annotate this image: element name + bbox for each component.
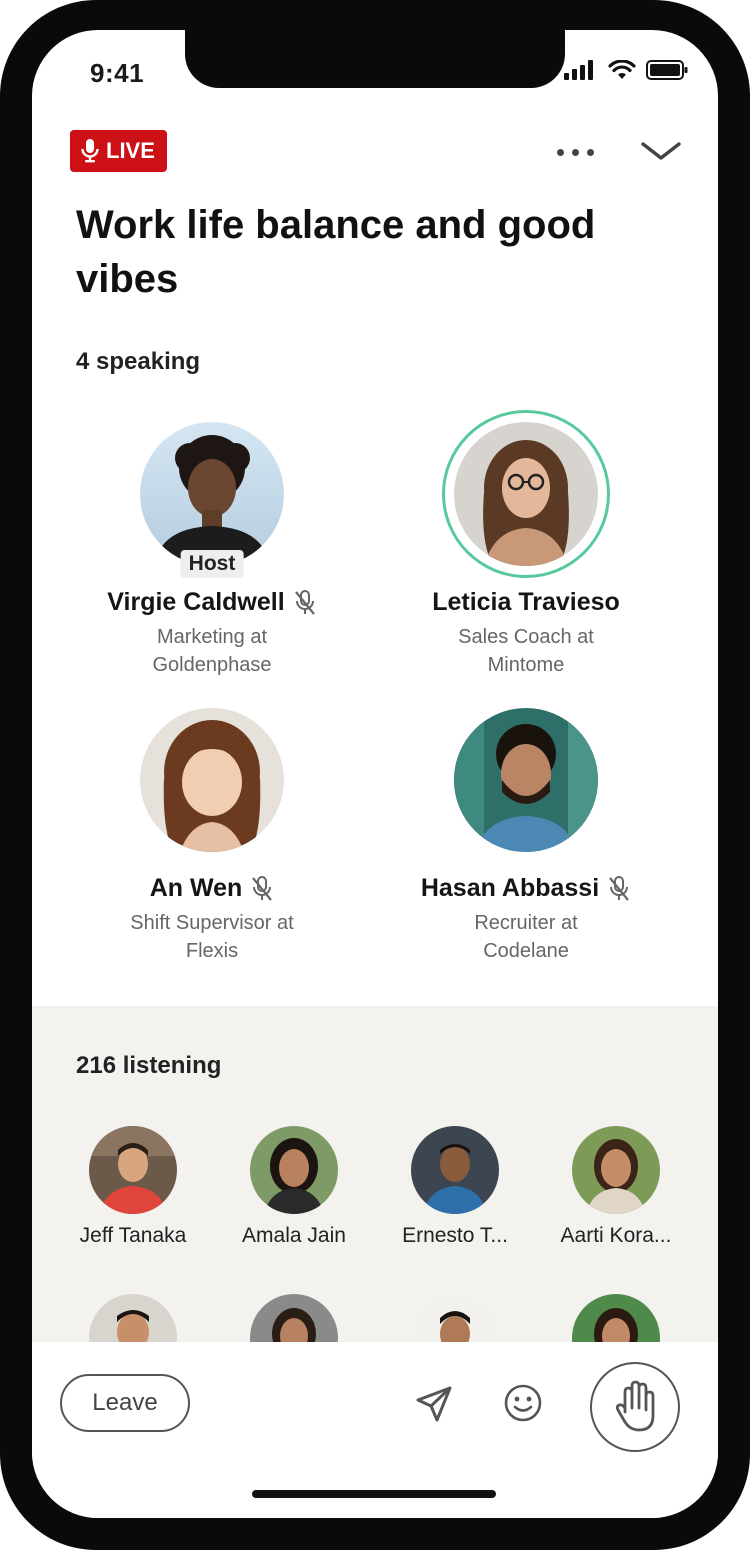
reactions-button[interactable]	[502, 1382, 544, 1427]
leave-button[interactable]: Leave	[60, 1374, 190, 1432]
speaker-avatar-wrap	[442, 696, 610, 864]
speaker-name: Leticia Travieso	[432, 588, 620, 616]
share-button[interactable]	[414, 1384, 454, 1427]
avatar	[89, 1294, 177, 1342]
speaker-name: Hasan Abbassi	[420, 874, 600, 902]
wifi-icon	[608, 60, 636, 79]
speaker-card[interactable]: Host Virgie Caldwell Marketing at Golden…	[52, 410, 372, 679]
speaker-card[interactable]: An Wen Shift Supervisor at Flexis	[52, 696, 372, 965]
more-dot-icon	[571, 148, 579, 156]
listener-name: Amala Jain	[242, 1224, 346, 1247]
mic-muted-icon	[609, 875, 630, 901]
speaker-title: Shift Supervisor at Flexis	[52, 909, 372, 965]
battery-icon	[646, 60, 688, 80]
speaking-count: 4 speaking	[76, 348, 201, 375]
speaker-title: Marketing at Goldenphase	[52, 623, 372, 679]
avatar	[572, 1126, 660, 1214]
speaker-title-line: Shift Supervisor at	[130, 912, 294, 934]
speaker-title-line: Sales Coach at	[458, 626, 594, 648]
home-indicator	[252, 1490, 496, 1498]
listener-name: Jeff Tanaka	[79, 1224, 187, 1247]
listeners-section: 216 listening Jeff Tanaka Amala Jain Ern…	[32, 1006, 718, 1342]
speaker-title: Sales Coach at Mintome	[366, 623, 686, 679]
speaker-name: An Wen	[149, 874, 243, 902]
listener-item[interactable]: Ernesto T...	[380, 1126, 530, 1248]
avatar	[89, 1126, 177, 1214]
speaker-title-line: Marketing at	[156, 626, 268, 648]
more-options-button[interactable]	[550, 134, 600, 170]
screen: 9:41 LIVE Work life balance and good vib…	[32, 30, 718, 1518]
avatar	[140, 422, 284, 566]
speaker-name-row: Virgie Caldwell	[52, 588, 372, 617]
speaker-name: Virgie Caldwell	[107, 588, 285, 616]
notch	[185, 30, 565, 88]
bottom-bar: Leave	[32, 1342, 718, 1518]
speaker-title-line: Codelane	[483, 940, 569, 962]
speaker-title-line: Flexis	[185, 940, 239, 962]
speaker-title-line: Mintome	[487, 654, 565, 676]
avatar	[454, 422, 598, 566]
avatar	[572, 1294, 660, 1342]
listener-item[interactable]: Amala Jain	[219, 1126, 369, 1248]
listener-item[interactable]	[58, 1294, 208, 1342]
smiley-icon	[504, 1384, 542, 1422]
speaker-name-row: Hasan Abbassi	[366, 874, 686, 903]
status-time: 9:41	[90, 58, 145, 88]
more-dot-icon	[586, 148, 594, 156]
speaker-name-row: Leticia Travieso	[366, 588, 686, 617]
mic-muted-icon	[294, 589, 315, 615]
avatar	[250, 1126, 338, 1214]
room-title: Work life balance and good vibes	[76, 203, 596, 301]
host-tag: Host	[180, 550, 244, 578]
listener-name: Ernesto T...	[402, 1224, 508, 1247]
avatar	[454, 708, 598, 852]
listener-item[interactable]	[219, 1294, 369, 1342]
chevron-down-icon[interactable]	[636, 132, 686, 172]
listener-name: Aarti Kora...	[560, 1224, 672, 1247]
live-label: LIVE	[106, 138, 155, 163]
speaker-avatar-wrap	[442, 410, 610, 578]
speaker-title-line: Recruiter at	[474, 912, 578, 934]
avatar	[411, 1294, 499, 1342]
status-icons	[564, 60, 688, 80]
speaker-avatar-wrap: Host	[128, 410, 296, 578]
listening-count: 216 listening	[76, 1052, 222, 1079]
more-dot-icon	[556, 148, 564, 156]
speaker-title-line: Goldenphase	[152, 654, 272, 676]
listener-item[interactable]: Jeff Tanaka	[58, 1126, 208, 1248]
microphone-icon	[81, 139, 99, 163]
listener-item[interactable]: Aarti Kora...	[541, 1126, 691, 1248]
speaker-name-row: An Wen	[52, 874, 372, 903]
avatar	[140, 708, 284, 852]
speaker-avatar-wrap	[128, 696, 296, 864]
hand-icon	[615, 1380, 655, 1432]
speaker-title: Recruiter at Codelane	[366, 909, 686, 965]
avatar	[411, 1126, 499, 1214]
signal-icon	[564, 60, 593, 80]
listener-item[interactable]	[380, 1294, 530, 1342]
speaker-card[interactable]: Leticia Travieso Sales Coach at Mintome	[366, 410, 686, 679]
speaker-card[interactable]: Hasan Abbassi Recruiter at Codelane	[366, 696, 686, 965]
listener-item[interactable]	[541, 1294, 691, 1342]
live-badge: LIVE	[70, 130, 167, 172]
avatar	[250, 1294, 338, 1342]
mic-muted-icon	[252, 875, 273, 901]
send-icon	[416, 1386, 452, 1422]
raise-hand-button[interactable]	[590, 1362, 680, 1452]
